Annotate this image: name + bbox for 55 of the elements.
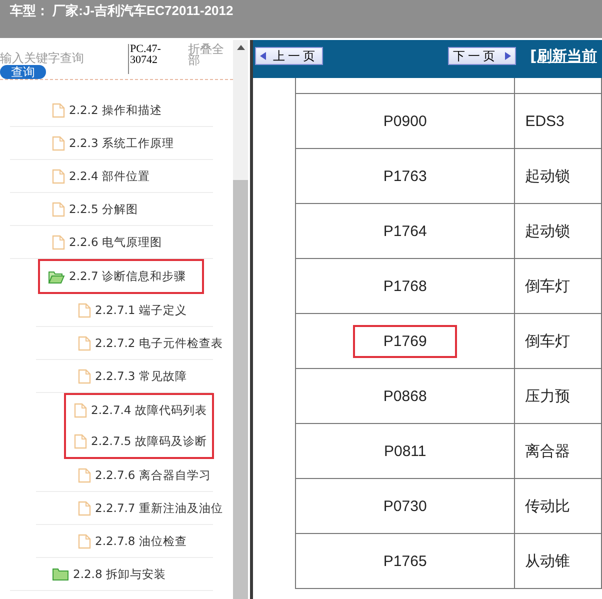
table-cell: EDS3 [514,94,602,148]
document-icon [52,202,65,216]
document-icon [52,136,65,150]
document-icon [52,234,65,250]
document-icon [74,434,87,449]
document-icon [78,368,91,384]
document-icon [78,302,91,318]
left-arrow-icon [260,52,267,60]
fault-code: P0730 [382,496,428,516]
fault-code: P0868 [382,386,428,406]
tree-item[interactable]: 2.2.3 系统工作原理 [52,136,174,150]
document-icon [74,403,87,418]
table-cell: 倒车灯 [514,258,602,314]
table-cell: 倒车灯 [514,314,602,368]
fault-code: P0811 [382,442,428,462]
tree-item[interactable]: 2.2.2 操作和描述 [52,102,162,118]
table-cell: 离合器 [514,424,602,478]
tree-item[interactable]: 2.2.7.5 故障码及诊断 [74,434,207,449]
tree-item[interactable]: 2.2.7.7 重新注油及油位 [78,500,223,516]
tree-item[interactable]: 2.2.4 部件位置 [52,168,150,184]
document-icon [52,102,65,118]
refresh-link[interactable]: [刷新当前 [530,46,597,66]
document-icon [78,336,91,350]
right-arrow-icon [504,52,511,60]
table-cell: 传动比 [514,478,602,534]
tree-item[interactable]: 2.2.7.2 电子元件检查表 [78,336,223,350]
fault-code: P1768 [382,276,428,296]
tree-item[interactable]: 2.2.8 拆卸与安装 [52,566,166,582]
tree-item[interactable]: 2.2.7.3 常见故障 [78,368,187,384]
document-code: PC.47-30742 [128,44,172,74]
tree-item[interactable]: 2.2.6 电气原理图 [52,234,162,250]
tree-item[interactable]: 2.2.7.8 油位检查 [78,534,187,548]
fault-code: P1769 [353,324,457,358]
search-button[interactable]: 查询 [0,65,46,79]
next-page-button[interactable]: 下一页 [448,47,516,65]
window-title: 车型： 厂家:J-吉利汽车EC72011-2012 [9,2,234,20]
fault-code: P0900 [382,112,428,132]
document-icon [78,468,91,482]
previous-page-button[interactable]: 上一页 [255,47,323,65]
table-cell: 起动锁 [514,148,602,204]
tree-item[interactable]: 2.2.7.4 故障代码列表 [74,403,207,418]
tree-item[interactable]: 2.2.7.6 离合器自学习 [78,468,211,482]
table-cell: 从动锥 [514,534,602,588]
document-icon [78,500,91,516]
document-icon [78,534,91,548]
fault-code: P1765 [382,552,428,572]
tree-item[interactable]: 2.2.7 诊断信息和步骤 [48,269,186,284]
table-cell: 起动锁 [514,204,602,258]
tree-item[interactable]: 2.2.5 分解图 [52,202,138,216]
fault-code: P1763 [382,166,428,186]
table-cell: 压力预 [514,368,602,424]
fault-code: P1764 [382,222,428,242]
document-icon [52,168,65,184]
tree-item[interactable]: 2.2.7.1 端子定义 [78,302,187,318]
scrollbar[interactable] [233,40,248,599]
